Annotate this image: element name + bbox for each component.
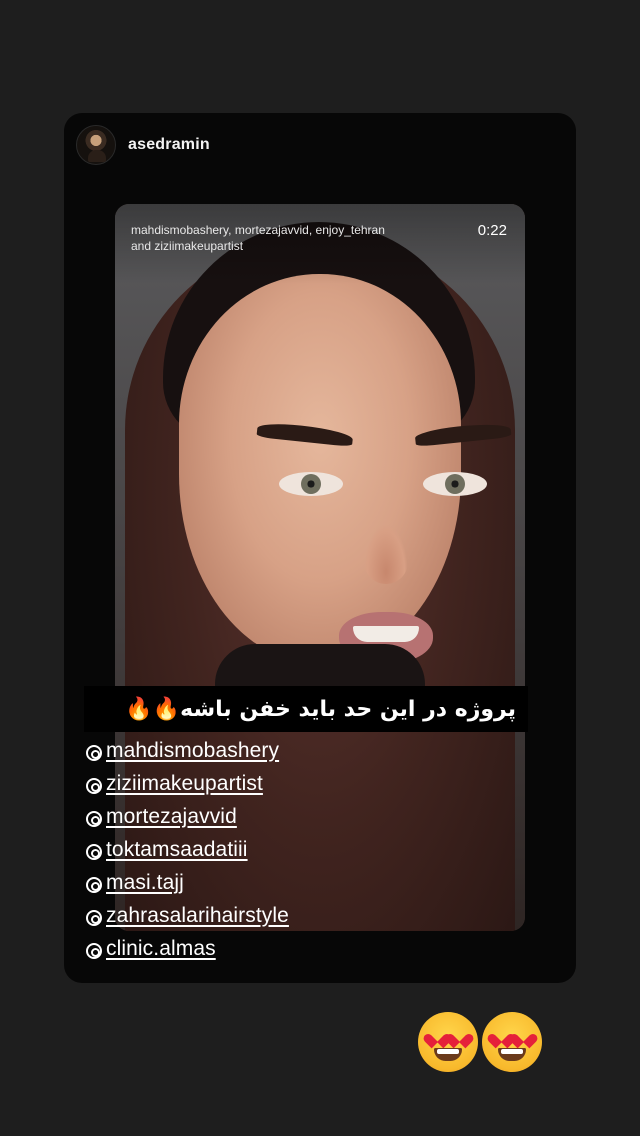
nose (364, 524, 408, 584)
mention-sticker[interactable]: zahrasalarihairstyle (86, 899, 289, 932)
mention-sticker[interactable]: mortezajavvid (86, 800, 289, 833)
mention-at-icon (86, 942, 102, 959)
heart-icon (451, 1028, 467, 1042)
mention-sticker[interactable]: mahdismobashery (86, 734, 289, 767)
mention-username: toktamsaadatiii (106, 837, 248, 861)
smile-icon (498, 1048, 526, 1061)
caption-text-sticker: پروژه در این حد باید خفن باشه🔥🔥 (84, 686, 528, 732)
mention-sticker[interactable]: ziziimakeupartist (86, 767, 289, 800)
mention-username: mortezajavvid (106, 804, 237, 828)
post-author[interactable]: asedramin (76, 125, 210, 165)
heart-eyes-emoji-icon (418, 1012, 478, 1072)
left-eye (279, 472, 343, 496)
caption-text: پروژه در این حد باید خفن باشه🔥🔥 (125, 696, 516, 722)
avatar[interactable] (76, 125, 116, 165)
mention-username: mahdismobashery (106, 738, 280, 762)
left-brow (256, 421, 354, 447)
emoji-stickers (418, 1012, 542, 1072)
tagged-accounts-line-2: and ziziimakeupartist (131, 239, 244, 253)
heart-icon (515, 1028, 531, 1042)
mention-username: masi.tajj (106, 870, 184, 894)
mention-at-icon (86, 777, 102, 794)
heart-icon (493, 1028, 509, 1042)
right-eye (423, 472, 487, 496)
mention-list: mahdismobashery ziziimakeupartist mortez… (86, 734, 289, 965)
mention-username: zahrasalarihairstyle (106, 903, 289, 927)
tagged-accounts-line-1: mahdismobashery, mortezajavvid, enjoy_te… (131, 223, 385, 237)
mention-at-icon (86, 909, 102, 926)
mention-at-icon (86, 810, 102, 827)
smile-icon (434, 1048, 462, 1061)
mention-at-icon (86, 876, 102, 893)
mention-sticker[interactable]: toktamsaadatiii (86, 833, 289, 866)
video-face (179, 274, 512, 664)
mention-sticker[interactable]: clinic.almas (86, 932, 289, 965)
heart-eyes-emoji-icon (482, 1012, 542, 1072)
username[interactable]: asedramin (128, 136, 210, 154)
mention-at-icon (86, 744, 102, 761)
mention-at-icon (86, 843, 102, 860)
heart-icon (429, 1028, 445, 1042)
mention-sticker[interactable]: masi.tajj (86, 866, 289, 899)
mention-username: clinic.almas (106, 936, 216, 960)
mention-username: ziziimakeupartist (106, 771, 263, 795)
video-duration: 0:22 (477, 222, 507, 239)
tagged-accounts[interactable]: mahdismobashery, mortezajavvid, enjoy_te… (131, 222, 461, 254)
